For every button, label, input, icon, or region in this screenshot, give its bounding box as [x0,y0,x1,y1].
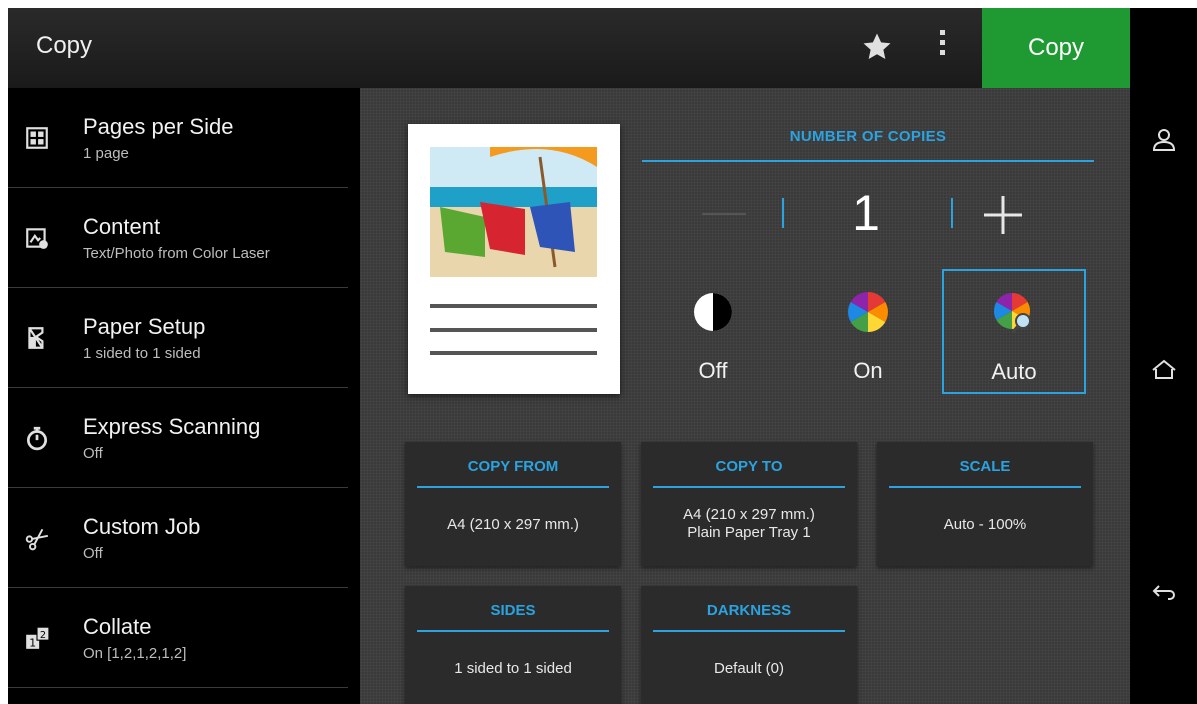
tile-value: Default (0) [713,660,785,677]
color-off-option[interactable]: Off [643,270,783,395]
sidebar-item-value: On [1,2,1,2,1,2] [83,645,187,662]
divider [889,486,1081,488]
text-line [430,351,597,355]
color-auto-label: Auto [991,359,1037,384]
content-icon [26,228,48,249]
tile-title: DARKNESS [706,602,792,619]
tile-title: SIDES [490,602,536,619]
app-title: Copy [36,32,93,59]
tile-value: Auto - 100% [943,516,1027,533]
scale-tile[interactable]: SCALE Auto - 100% [877,442,1093,566]
sidebar-item-content[interactable]: Content Text/Photo from Color Laser [8,188,348,288]
star-icon[interactable] [860,30,894,64]
divider [782,198,784,228]
sidebar-item-label: Collate [83,614,152,639]
user-icon[interactable] [1150,126,1178,154]
scissors-icon [25,528,49,551]
divider [417,486,609,488]
sides-tile[interactable]: SIDES 1 sided to 1 sided [405,586,621,704]
system-nav-bar [1130,8,1197,704]
top-bar: Copy Copy [8,8,1130,88]
copy-settings-panel: NUMBER OF COPIES 1 Off On Auto COPY FROM… [360,88,1130,704]
kebab-menu-icon[interactable] [933,30,951,64]
divider [417,630,609,632]
sidebar-item-label: Custom Job [83,514,201,539]
beach-chairs-image [430,147,597,277]
sidebar-item-value: 1 page [83,145,129,162]
sidebar-item-label: Content [83,214,161,239]
sidebar-item-custom-job[interactable]: Custom Job Off [8,488,348,588]
divider [653,486,845,488]
tile-title: SCALE [959,458,1011,475]
sidebar-item-collate[interactable]: 1 2 Collate On [1,2,1,2,1,2] [8,588,348,688]
sidebar-item-value: 1 sided to 1 sided [83,345,201,362]
auto-color-icon [993,293,1031,333]
collate-icon: 1 2 [26,626,50,650]
sidebar-item-label: Express Scanning [83,414,261,439]
sidebar-item-value: Text/Photo from Color Laser [83,245,270,262]
copies-count[interactable]: 1 [836,184,896,242]
copy-button[interactable]: Copy [982,8,1130,88]
copy-from-tile[interactable]: COPY FROM A4 (210 x 297 mm.) [405,442,621,566]
decrement-button[interactable] [702,213,746,215]
paper-setup-icon [28,327,44,349]
color-off-label: Off [698,358,728,383]
color-on-option[interactable]: On [798,270,938,395]
sidebar-item-paper-setup[interactable]: Paper Setup 1 sided to 1 sided [8,288,348,388]
color-on-label: On [853,358,883,383]
color-auto-option[interactable]: Auto [942,269,1086,394]
copy-to-tile[interactable]: COPY TO A4 (210 x 297 mm.) Plain Paper T… [641,442,857,566]
sidebar-item-express-scanning[interactable]: Express Scanning Off [8,388,348,488]
divider [951,198,953,228]
number-of-copies-title: NUMBER OF COPIES [789,128,947,145]
sidebar-item-label: Paper Setup [83,314,206,339]
back-icon[interactable] [1150,578,1178,606]
text-line [430,328,597,332]
increment-button[interactable] [982,194,1024,236]
svg-text:1: 1 [29,637,36,650]
document-preview [408,124,620,394]
settings-sidebar: Pages per Side 1 page Content Text/Photo… [8,88,360,704]
copy-screen: Copy Copy Pages per Side 1 page Content … [8,8,1197,704]
home-icon[interactable] [1150,356,1178,384]
divider [642,160,1094,162]
sidebar-item-label: Pages per Side [83,114,234,139]
half-contrast-icon [694,293,732,331]
pages-per-side-icon [26,127,48,149]
sidebar-item-value: Off [83,445,103,462]
tile-value: A4 (210 x 297 mm.) Plain Paper Tray 1 [647,506,851,542]
color-wheel-icon [848,292,888,332]
text-line [430,304,597,308]
tile-value-line2: Plain Paper Tray 1 [687,524,811,541]
stopwatch-icon [26,426,48,451]
darkness-tile[interactable]: DARKNESS Default (0) [641,586,857,704]
tile-title: COPY FROM [467,458,559,475]
tile-value: 1 sided to 1 sided [454,660,572,677]
tile-value: A4 (210 x 297 mm.) [447,516,579,533]
divider [653,630,845,632]
tile-title: COPY TO [715,458,783,475]
sidebar-item-pages-per-side[interactable]: Pages per Side 1 page [8,88,348,188]
tile-value-line1: A4 (210 x 297 mm.) [683,506,815,523]
svg-text:2: 2 [40,630,46,641]
sidebar-item-value: Off [83,545,103,562]
